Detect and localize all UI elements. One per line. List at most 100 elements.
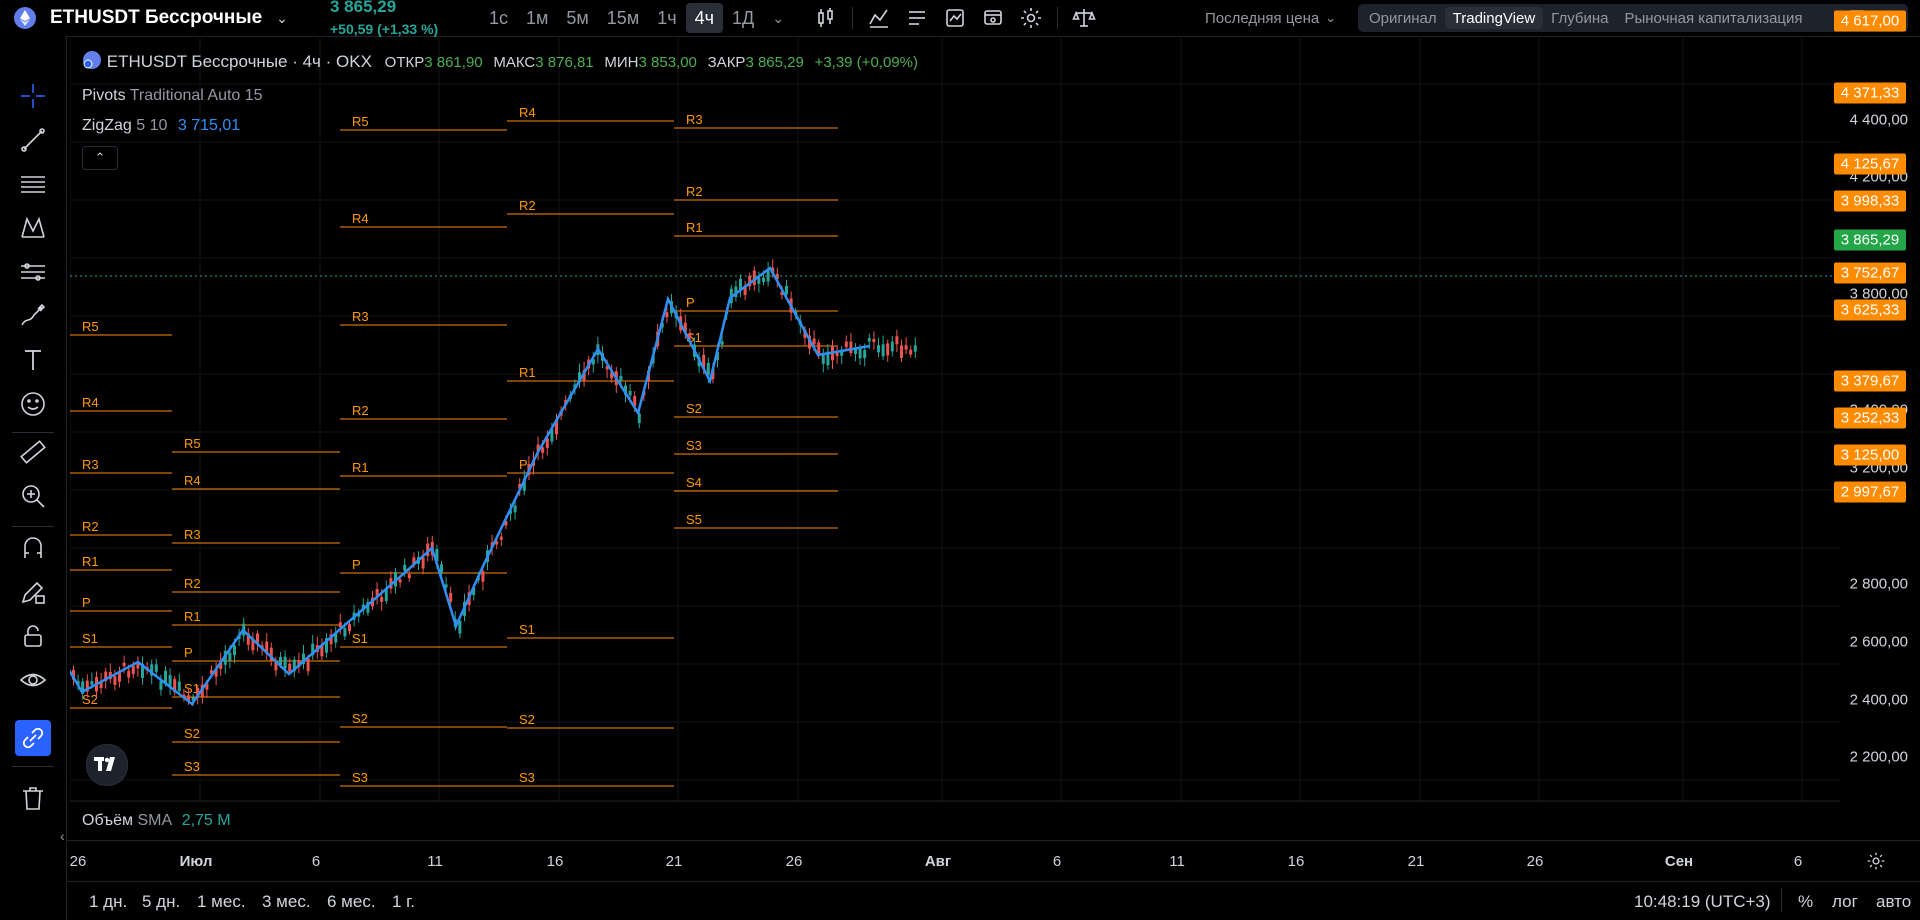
chevron-down-icon[interactable]: ⌄ bbox=[276, 10, 288, 27]
candle-body bbox=[720, 341, 724, 345]
crosshair-tool[interactable] bbox=[15, 78, 51, 114]
pivot-label: S5 bbox=[686, 512, 702, 527]
magnet-icon bbox=[24, 537, 42, 558]
tradingview-logo-icon[interactable] bbox=[86, 744, 128, 786]
prediction-icon bbox=[21, 263, 45, 281]
symbol-selector[interactable]: ETHUSDT Бессрочные ⌄ bbox=[14, 0, 288, 36]
percent-scale-button[interactable]: % bbox=[1798, 892, 1813, 912]
zigzag-params: 5 10 bbox=[136, 117, 168, 134]
price-source-select[interactable]: Последняя цена ⌄ bbox=[1205, 0, 1336, 36]
range-1y[interactable]: 1 г. bbox=[392, 892, 415, 912]
timeframe-chevron-icon[interactable]: ⌄ bbox=[763, 3, 793, 33]
tf-4h[interactable]: 4ч bbox=[685, 3, 723, 33]
pivot-label: R1 bbox=[686, 220, 703, 235]
tf-1m[interactable]: 1м bbox=[517, 3, 557, 33]
tf-1h[interactable]: 1ч bbox=[648, 3, 685, 33]
candle-body bbox=[127, 670, 131, 678]
indicators-icon[interactable] bbox=[867, 6, 891, 30]
candle-body bbox=[904, 345, 908, 350]
tf-15m[interactable]: 15м bbox=[598, 3, 648, 33]
list-icon[interactable] bbox=[905, 6, 929, 30]
ethereum-logo-icon bbox=[14, 7, 36, 29]
candle-body bbox=[306, 658, 310, 672]
volume-legend[interactable]: Объём SMA 2,75 M bbox=[82, 812, 231, 830]
pivot-label: S2 bbox=[184, 726, 200, 741]
ruler-tool[interactable] bbox=[15, 434, 51, 470]
brush-tool[interactable] bbox=[15, 298, 51, 334]
emoji-tool[interactable] bbox=[15, 386, 51, 422]
candle-body bbox=[844, 341, 848, 348]
pivot-label: R4 bbox=[82, 395, 99, 410]
range-6m[interactable]: 6 мес. bbox=[327, 892, 376, 912]
pivot-label: R5 bbox=[352, 114, 369, 129]
range-1m[interactable]: 1 мес. bbox=[197, 892, 246, 912]
link-tool[interactable] bbox=[15, 720, 51, 756]
prediction-tool[interactable] bbox=[15, 254, 51, 290]
log-scale-button[interactable]: лог bbox=[1832, 892, 1858, 912]
link-icon bbox=[22, 727, 44, 749]
tab-market-cap[interactable]: Рыночная капитализация bbox=[1616, 7, 1810, 29]
settings-gear-icon[interactable] bbox=[1019, 6, 1043, 30]
tf-5m[interactable]: 5м bbox=[557, 3, 597, 33]
fib-tool[interactable] bbox=[15, 166, 51, 202]
range-3m[interactable]: 3 мес. bbox=[262, 892, 311, 912]
lock-pencil-tool[interactable] bbox=[15, 574, 51, 610]
settings-gear-icon[interactable] bbox=[1866, 851, 1886, 871]
chart-legend: ETHUSDT Бессрочные · 4ч · OKX ОТКР3 861,… bbox=[82, 50, 918, 72]
tf-1s[interactable]: 1с bbox=[480, 3, 517, 33]
candle-body bbox=[849, 341, 853, 354]
time-axis[interactable]: 26 Июл 6 11 16 21 26 Авг 6 11 16 21 26 С… bbox=[66, 840, 1920, 882]
magnet-tool[interactable] bbox=[15, 530, 51, 566]
pivot-label: P bbox=[519, 457, 528, 472]
pivot-label: R2 bbox=[184, 576, 201, 591]
pivots-legend[interactable]: Pivots Traditional Auto 15 bbox=[82, 87, 263, 105]
candle-body bbox=[872, 338, 876, 343]
candle-body bbox=[881, 344, 885, 357]
collapse-toolbar-arrow-icon[interactable]: ‹ bbox=[60, 828, 65, 844]
text-tool[interactable] bbox=[15, 342, 51, 378]
zigzag-legend[interactable]: ZigZag 5 10 3 715,01 bbox=[82, 117, 240, 135]
collapse-legend-button[interactable]: ⌃ bbox=[82, 146, 118, 170]
replay-icon[interactable] bbox=[943, 6, 967, 30]
lock-tool[interactable] bbox=[15, 618, 51, 654]
pivot-label: R3 bbox=[352, 309, 369, 324]
time-tick: 11 bbox=[1169, 853, 1185, 870]
trend-line-icon bbox=[21, 128, 45, 152]
pivot-label: R3 bbox=[184, 527, 201, 542]
clock[interactable]: 10:48:19 (UTC+3) bbox=[1634, 892, 1771, 912]
legend-title[interactable]: ETHUSDT Бессрочные · 4ч · OKX bbox=[107, 52, 372, 71]
candle-body bbox=[233, 645, 236, 656]
tf-1d[interactable]: 1Д bbox=[723, 3, 763, 33]
candle-body bbox=[228, 652, 232, 661]
view-switcher: Оригинал TradingView Глубина Рыночная ка… bbox=[1358, 4, 1908, 32]
pattern-tool[interactable] bbox=[15, 210, 51, 246]
tab-original[interactable]: Оригинал bbox=[1361, 7, 1445, 29]
eye-icon bbox=[19, 673, 47, 687]
alert-icon[interactable] bbox=[981, 6, 1005, 30]
pivot-label: R3 bbox=[82, 457, 99, 472]
price-tick: 2 800,00 bbox=[1849, 575, 1908, 593]
candle-body bbox=[403, 564, 407, 571]
volume-ma: SMA bbox=[137, 812, 172, 829]
tab-tradingview[interactable]: TradingView bbox=[1444, 7, 1544, 29]
candle-body bbox=[812, 338, 816, 345]
tab-depth[interactable]: Глубина bbox=[1543, 7, 1616, 29]
price-source-label: Последняя цена bbox=[1205, 9, 1320, 27]
time-tick: 21 bbox=[1407, 853, 1425, 870]
pivot-label: R2 bbox=[352, 403, 369, 418]
range-5d[interactable]: 5 дн. bbox=[142, 892, 180, 912]
balance-scale-icon[interactable] bbox=[1072, 6, 1096, 30]
pivot-label: S1 bbox=[82, 631, 98, 646]
trend-line-tool[interactable] bbox=[15, 122, 51, 158]
delete-tool[interactable] bbox=[15, 780, 51, 816]
visibility-tool[interactable] bbox=[15, 662, 51, 698]
time-tick: 6 bbox=[1052, 853, 1062, 870]
candles-icon[interactable] bbox=[814, 6, 838, 30]
candle-body bbox=[909, 349, 913, 355]
range-1d[interactable]: 1 дн. bbox=[89, 892, 127, 912]
zoom-tool[interactable] bbox=[15, 478, 51, 514]
pivot-label: R1 bbox=[82, 554, 99, 569]
legend-low-label: МИН bbox=[604, 54, 639, 71]
chart-canvas[interactable]: R5 R4 R3 R2 R1 P S1 S2 R5 R4 R3 R2 R1 P S1 S2 S3 R5 R4 R3 R2… bbox=[70, 36, 1840, 802]
auto-scale-button[interactable]: авто bbox=[1876, 892, 1911, 912]
